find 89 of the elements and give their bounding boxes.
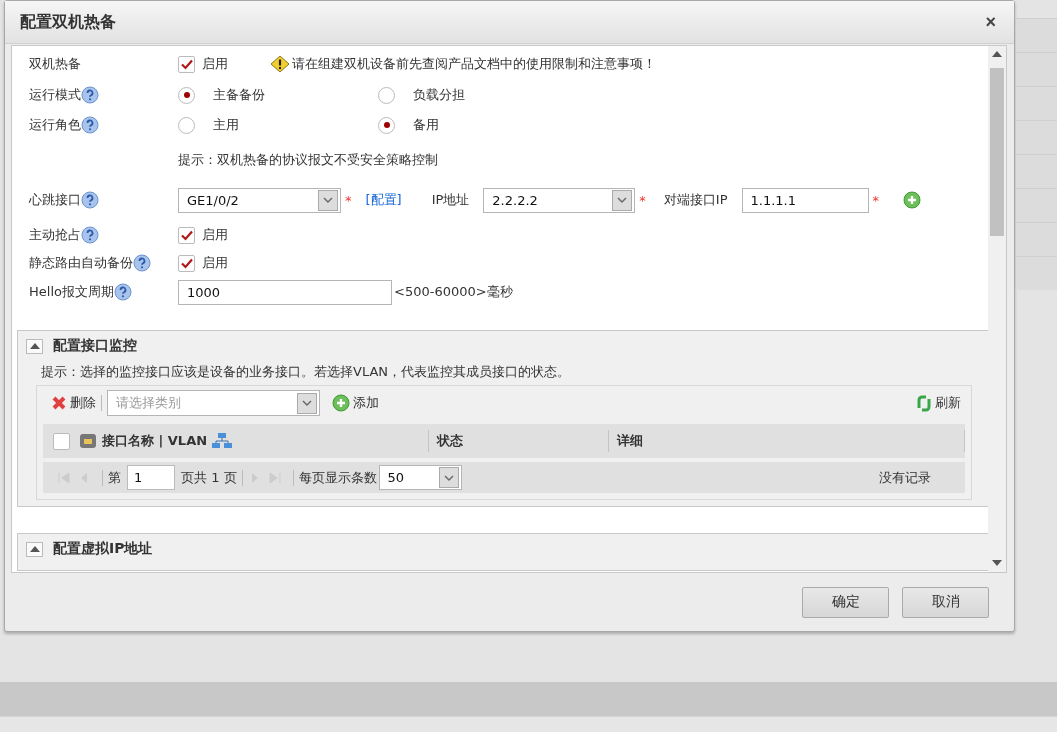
range-text: <500-60000>毫秒 [394, 283, 513, 301]
triangle-up-icon [29, 546, 40, 552]
background-panel-strip [1015, 52, 1057, 86]
page-count: 页共 1 页 [181, 468, 237, 487]
plus-icon [332, 394, 350, 412]
ok-button[interactable]: 确定 [802, 586, 889, 618]
peer-ip-input[interactable]: 1.1.1.1 [741, 187, 869, 213]
help-icon[interactable] [113, 283, 132, 301]
help-icon[interactable] [81, 116, 99, 134]
dropdown-button[interactable] [612, 189, 633, 211]
background-panel-strip [1015, 154, 1057, 188]
background-panel-strip [1015, 86, 1057, 120]
section-title: 配置接口监控 [53, 337, 137, 355]
triangle-up-icon [992, 51, 1002, 57]
radio-button[interactable] [178, 86, 195, 104]
refresh-icon [916, 394, 932, 412]
required-mark: * [345, 192, 352, 208]
cancel-button[interactable]: 取消 [902, 586, 989, 618]
warning-text: 请在组建双机设备前先查阅产品文档中的使用限制和注意事项！ [292, 55, 656, 73]
network-icon [212, 433, 233, 449]
scrollbar-thumb[interactable] [990, 68, 1004, 236]
warning-icon [270, 55, 290, 73]
help-icon[interactable] [81, 191, 99, 209]
hello-period-input[interactable]: 1000 [178, 279, 392, 305]
background-panel-strip [1015, 222, 1057, 256]
close-button[interactable]: × [985, 11, 996, 33]
checkbox-label: 启用 [202, 254, 228, 272]
radio-button[interactable] [378, 116, 395, 134]
refresh-button[interactable]: 刷新 [916, 394, 961, 412]
page-size-select[interactable]: 50 [378, 465, 462, 490]
chevron-down-icon [323, 197, 333, 203]
required-mark: * [639, 192, 646, 208]
radio-button[interactable] [178, 116, 195, 134]
radio-label: 负载分担 [413, 86, 465, 104]
x-icon [51, 395, 67, 411]
column-header: 详细 [617, 432, 643, 450]
field-label: 双机热备 [29, 55, 81, 73]
page-label: 第 [108, 468, 121, 487]
background-panel-strip [1015, 188, 1057, 222]
config-link[interactable]: [配置] [365, 191, 402, 209]
checkbox[interactable] [178, 226, 195, 244]
field-label: 静态路由自动备份 [29, 254, 133, 272]
dropdown-button[interactable] [318, 189, 338, 211]
section-title: 配置虚拟IP地址 [53, 540, 153, 558]
field-label: 运行角色 [29, 116, 81, 134]
chevron-down-icon [617, 197, 628, 203]
collapse-toggle[interactable] [26, 541, 43, 557]
page-input[interactable]: 1 [127, 465, 175, 490]
delete-button[interactable]: 删除 [51, 394, 96, 412]
dropdown-button[interactable] [297, 392, 317, 414]
help-icon[interactable] [133, 254, 151, 272]
field-label: 心跳接口 [29, 191, 81, 209]
radio-label: 备用 [413, 116, 439, 134]
help-icon[interactable] [81, 226, 99, 244]
field-label: 运行模式 [29, 86, 81, 104]
checkbox[interactable] [178, 254, 195, 272]
collapse-toggle[interactable] [26, 338, 43, 354]
triangle-up-icon [29, 343, 40, 349]
field-label: 对端接口IP [663, 191, 728, 209]
help-icon[interactable] [81, 86, 99, 104]
background-panel-strip [1015, 120, 1057, 154]
checkbox-label: 启用 [202, 226, 228, 244]
dialog-title: 配置双机热备 [20, 11, 116, 33]
triangle-down-icon [992, 560, 1002, 566]
field-label: Hello报文周期 [29, 283, 114, 301]
chevron-down-icon [443, 474, 454, 481]
empty-message: 没有记录 [879, 468, 931, 487]
column-header: 状态 [437, 432, 463, 450]
field-label: IP地址 [431, 191, 470, 209]
chevron-down-icon [302, 400, 312, 406]
radio-button[interactable] [378, 86, 395, 104]
hint-text: 提示：选择的监控接口应该是设备的业务接口。若选择VLAN，代表监控其成员接口的状态。 [41, 364, 571, 379]
checkbox[interactable] [178, 55, 195, 73]
ip-select[interactable]: 2.2.2.2 [483, 187, 636, 213]
dropdown-button[interactable] [438, 467, 459, 488]
interface-select[interactable]: GE1/0/2 [178, 187, 341, 213]
page-size-label: 每页显示条数 [298, 468, 377, 487]
radio-label: 主备备份 [213, 86, 265, 104]
checkbox-label: 启用 [202, 55, 228, 73]
hint-text: 提示：双机热备的协议报文不受安全策略控制 [178, 151, 438, 169]
background-panel-strip [1015, 256, 1057, 290]
add-button[interactable]: 添加 [332, 394, 379, 412]
radio-label: 主用 [213, 116, 239, 134]
field-label: 主动抢占 [29, 226, 81, 244]
column-header: 接口名称 | VLAN [102, 432, 208, 450]
port-icon [79, 432, 97, 450]
required-mark: * [872, 192, 880, 208]
add-icon[interactable] [903, 191, 922, 209]
select-all-checkbox[interactable] [53, 432, 70, 450]
